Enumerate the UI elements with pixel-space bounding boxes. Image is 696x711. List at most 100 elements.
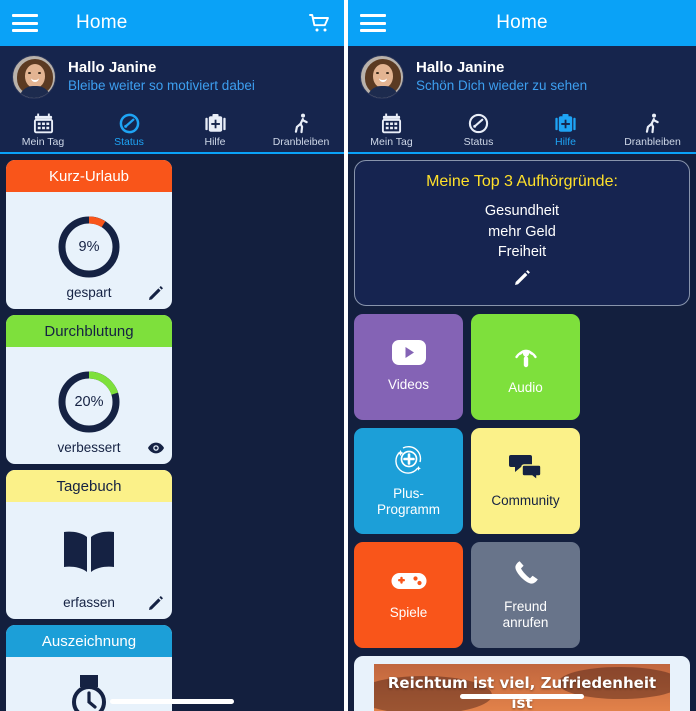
page-title: Home — [496, 12, 548, 33]
page-title: Home — [76, 12, 128, 33]
tab-status[interactable]: Status — [435, 108, 522, 152]
first-aid-icon — [555, 112, 576, 134]
tile-label: Videos — [387, 377, 430, 393]
pencil-icon[interactable] — [514, 269, 531, 291]
tile-spiele[interactable]: Spiele — [354, 541, 463, 648]
avatar[interactable] — [360, 55, 404, 99]
card-tagebuch[interactable]: Tagebuch erfassen — [6, 470, 172, 619]
tab-dranbleiben[interactable]: Dranbleiben — [258, 108, 344, 152]
tab-label: Dranbleiben — [272, 136, 330, 148]
walking-icon — [642, 112, 663, 134]
tile-label-line1: Freund — [504, 598, 547, 614]
avatar-eye-right — [38, 72, 41, 74]
donut-value: 9% — [78, 238, 100, 255]
reason-item-2: mehr Geld — [488, 223, 556, 240]
podcast-icon — [511, 338, 541, 373]
tile-audio[interactable]: Audio — [471, 313, 580, 420]
gamepad-icon — [391, 569, 427, 598]
gauge-icon — [468, 112, 489, 134]
card-title: Kurz-Urlaub — [6, 160, 172, 192]
tab-label: Mein Tag — [21, 136, 65, 148]
avatar-eye-left — [376, 72, 379, 74]
right-phone-screen: Home Hallo Janine Schön Dich wieder zu s… — [348, 0, 696, 711]
top-reasons-card[interactable]: Meine Top 3 Aufhörgründe: Gesundheit meh… — [354, 160, 690, 306]
wristwatch-icon — [65, 674, 113, 711]
avatar-face — [25, 64, 45, 88]
tab-label: Hilfe — [554, 136, 576, 148]
tab-label: Status — [114, 136, 144, 148]
carousel-quote: Reichtum ist viel, Zufriedenheit ist meh… — [378, 673, 666, 711]
card-title: Durchblutung — [6, 315, 172, 347]
dual-phone-screenshot: Home Hallo Janine Bleibe weiter so motiv… — [0, 0, 696, 711]
tile-community[interactable]: Community — [471, 427, 580, 534]
reason-item-1: Gesundheit — [484, 203, 560, 219]
greeting-subtitle: Bleibe weiter so motiviert dabei — [68, 77, 255, 93]
tile-label: Spiele — [389, 604, 428, 620]
card-title: Tagebuch — [6, 470, 172, 502]
tile-plus-programm[interactable]: Plus- Programm — [354, 427, 463, 534]
tab-dranbleiben[interactable]: Dranbleiben — [609, 108, 696, 152]
eye-icon[interactable] — [148, 440, 164, 456]
tile-label-line2: anrufen — [502, 614, 549, 630]
phone-icon — [512, 559, 540, 592]
avatar-eye-right — [386, 72, 389, 74]
reason-item-3: Freiheit — [497, 244, 547, 261]
tile-freund-anrufen[interactable]: Freund anrufen — [471, 541, 580, 648]
carousel-slide: Reichtum ist viel, Zufriedenheit ist meh… — [374, 663, 670, 711]
tab-mein-tag[interactable]: Mein Tag — [0, 108, 86, 152]
pencil-icon[interactable] — [148, 285, 164, 301]
donut-chart-gespart: 9% — [55, 213, 123, 281]
greeting-name: Hallo Janine — [68, 59, 157, 77]
avatar-eye-left — [28, 72, 31, 74]
greeting-name: Hallo Janine — [416, 59, 505, 77]
walking-icon — [291, 112, 312, 134]
gauge-icon — [119, 112, 140, 134]
tile-label-line2: Programm — [376, 501, 440, 517]
calendar-icon — [381, 112, 402, 134]
open-book-icon — [61, 529, 117, 580]
card-title: Auszeichnung — [6, 625, 172, 657]
avatar-face — [373, 64, 393, 88]
home-indicator — [460, 694, 584, 699]
greeting-text: Hallo Janine Schön Dich wieder zu sehen — [416, 59, 587, 95]
youtube-play-icon — [391, 340, 426, 370]
quote-line-1: Reichtum ist viel, Zufriedenheit ist — [387, 673, 657, 711]
left-content: Kurz-Urlaub 9% gespart Durchblutung 20% … — [0, 154, 344, 711]
right-tab-bar: Mein Tag Status Hilfe Dranbleiben — [348, 108, 696, 154]
tile-label: Freund anrufen — [503, 599, 549, 631]
donut-chart-verbessert: 20% — [55, 368, 123, 436]
motivation-carousel[interactable]: ‹ › — [354, 655, 690, 711]
home-indicator — [110, 699, 234, 704]
first-aid-icon — [204, 112, 226, 134]
tile-label-line1: Plus- — [393, 485, 424, 501]
right-app-bar: Home — [348, 0, 696, 46]
left-phone-screen: Home Hallo Janine Bleibe weiter so motiv… — [0, 0, 344, 711]
right-greeting-bar: Hallo Janine Schön Dich wieder zu sehen — [348, 46, 696, 108]
hamburger-icon[interactable] — [12, 14, 38, 32]
chat-bubbles-icon — [508, 453, 543, 486]
pencil-icon[interactable] — [148, 595, 164, 611]
shopping-cart-icon[interactable] — [308, 11, 332, 35]
donut-value: 20% — [74, 393, 104, 410]
left-app-bar: Home — [0, 0, 344, 46]
feature-tile-grid: Videos Audio Plus- Programm Community Sp… — [348, 306, 696, 648]
greeting-text: Hallo Janine Bleibe weiter so motiviert … — [68, 59, 255, 95]
tab-mein-tag[interactable]: Mein Tag — [348, 108, 435, 152]
avatar[interactable] — [12, 55, 56, 99]
tile-label: Audio — [508, 379, 543, 395]
tab-label: Mein Tag — [370, 136, 413, 148]
card-kurz-urlaub[interactable]: Kurz-Urlaub 9% gespart — [6, 160, 172, 309]
tile-videos[interactable]: Videos — [354, 313, 463, 420]
reasons-title: Meine Top 3 Aufhörgründe: — [426, 173, 618, 190]
tab-label: Status — [463, 136, 494, 148]
status-card-grid: Kurz-Urlaub 9% gespart Durchblutung 20% … — [6, 160, 338, 711]
greeting-subtitle: Schön Dich wieder zu sehen — [416, 77, 588, 93]
tab-hilfe[interactable]: Hilfe — [172, 108, 258, 152]
calendar-icon — [33, 112, 54, 134]
plus-orbit-icon — [394, 444, 424, 479]
tab-status[interactable]: Status — [86, 108, 172, 152]
card-durchblutung[interactable]: Durchblutung 20% verbessert — [6, 315, 172, 464]
tile-label: Community — [491, 492, 560, 508]
tab-hilfe[interactable]: Hilfe — [522, 108, 609, 152]
left-greeting-bar: Hallo Janine Bleibe weiter so motiviert … — [0, 46, 344, 108]
